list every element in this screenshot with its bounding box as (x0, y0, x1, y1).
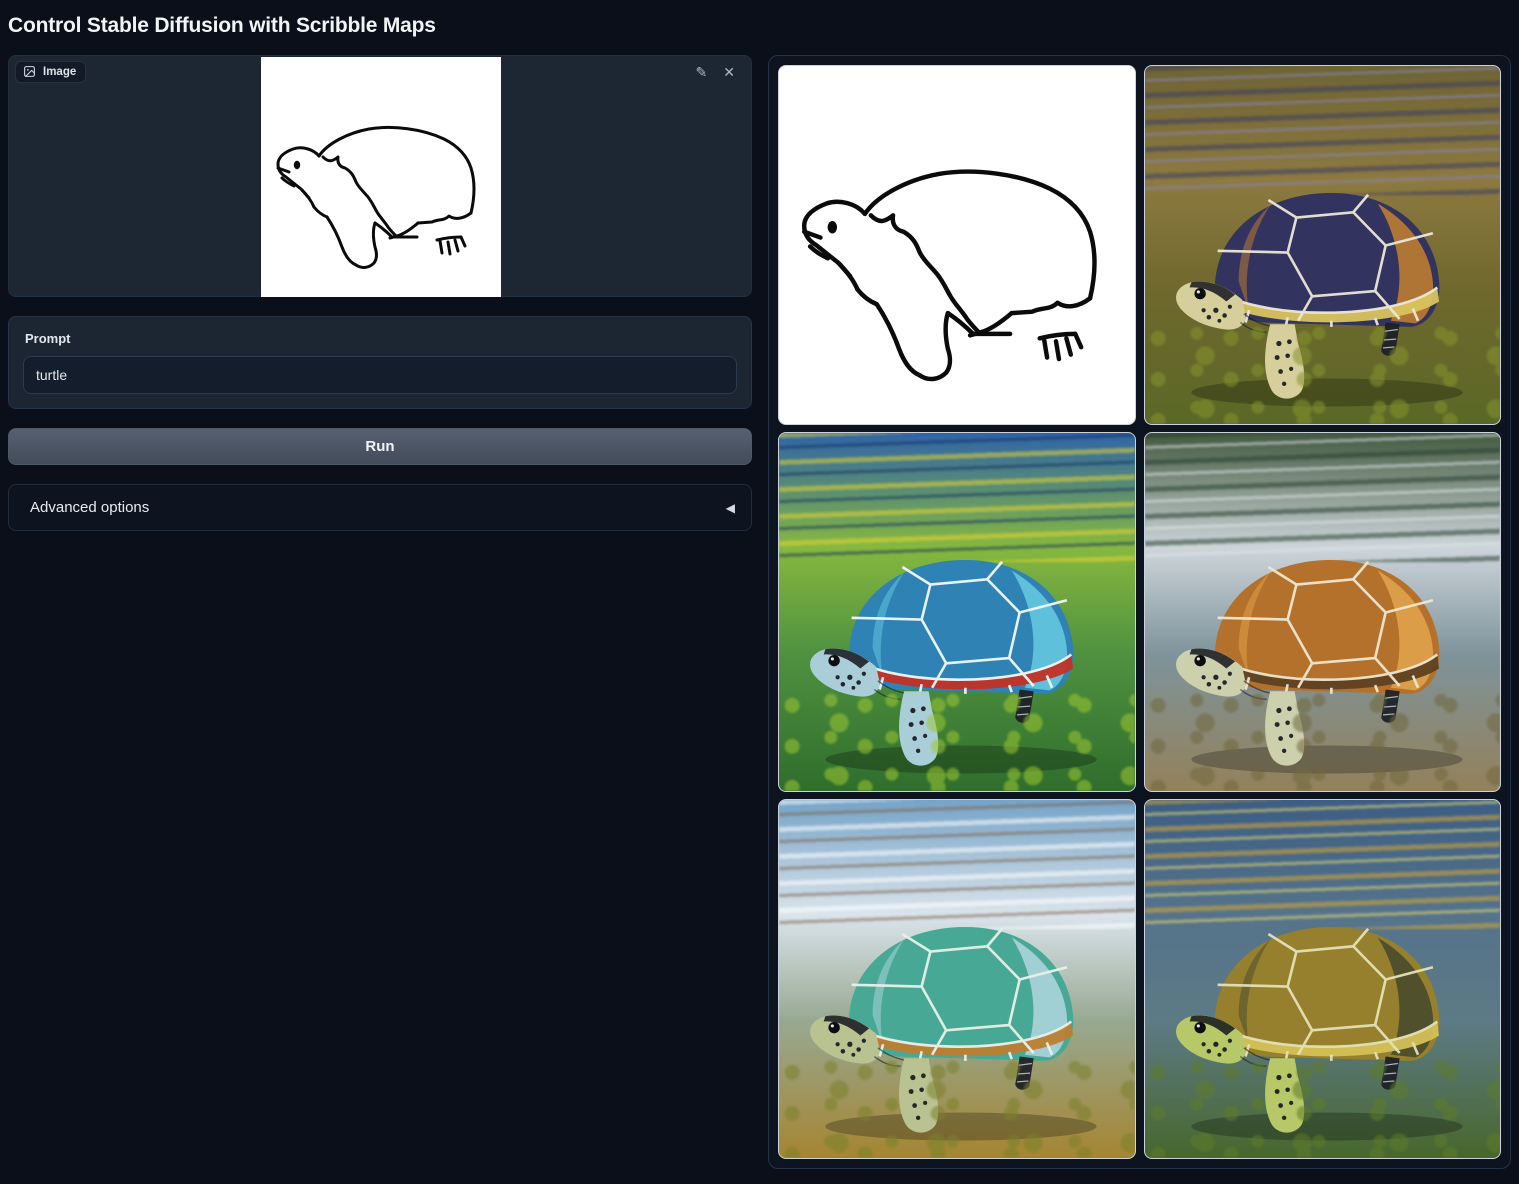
image-upload-component: Image ✎ ✕ (8, 55, 752, 297)
main-row: Image ✎ ✕ Prompt Run Advanced option (8, 55, 1511, 1169)
gallery-image-5[interactable] (1144, 799, 1502, 1159)
run-button[interactable]: Run (8, 428, 752, 465)
prompt-label: Prompt (25, 331, 737, 346)
gallery-image-2[interactable] (778, 432, 1136, 792)
water-texture (779, 1058, 1135, 1158)
water-texture (1145, 324, 1501, 424)
output-gallery (768, 55, 1511, 1169)
image-toolbar: ✎ ✕ (692, 64, 739, 82)
edit-icon[interactable]: ✎ (692, 64, 712, 82)
gallery-image-3[interactable] (1144, 432, 1502, 792)
controls-column: Image ✎ ✕ Prompt Run Advanced option (8, 55, 752, 531)
collapse-arrow-icon: ◀ (726, 501, 735, 515)
image-label: Image (43, 66, 76, 78)
prompt-input[interactable] (23, 356, 737, 394)
page-title: Control Stable Diffusion with Scribble M… (8, 14, 1511, 38)
image-icon (23, 65, 36, 78)
gallery-image-4[interactable] (778, 799, 1136, 1159)
gallery-image-1[interactable] (1144, 65, 1502, 425)
scribble-image[interactable] (261, 57, 501, 297)
scribble-thumbnail (779, 66, 1135, 424)
water-texture (1145, 1058, 1501, 1158)
advanced-options-accordion[interactable]: Advanced options ◀ (8, 484, 752, 531)
water-texture (1145, 691, 1501, 791)
app-root: Control Stable Diffusion with Scribble M… (0, 0, 1519, 1177)
image-label-badge: Image (15, 61, 86, 83)
prompt-panel: Prompt (8, 316, 752, 409)
gallery-image-scribble[interactable] (778, 65, 1136, 425)
clear-icon[interactable]: ✕ (719, 64, 739, 82)
advanced-options-label: Advanced options (30, 499, 149, 516)
water-texture (779, 691, 1135, 791)
